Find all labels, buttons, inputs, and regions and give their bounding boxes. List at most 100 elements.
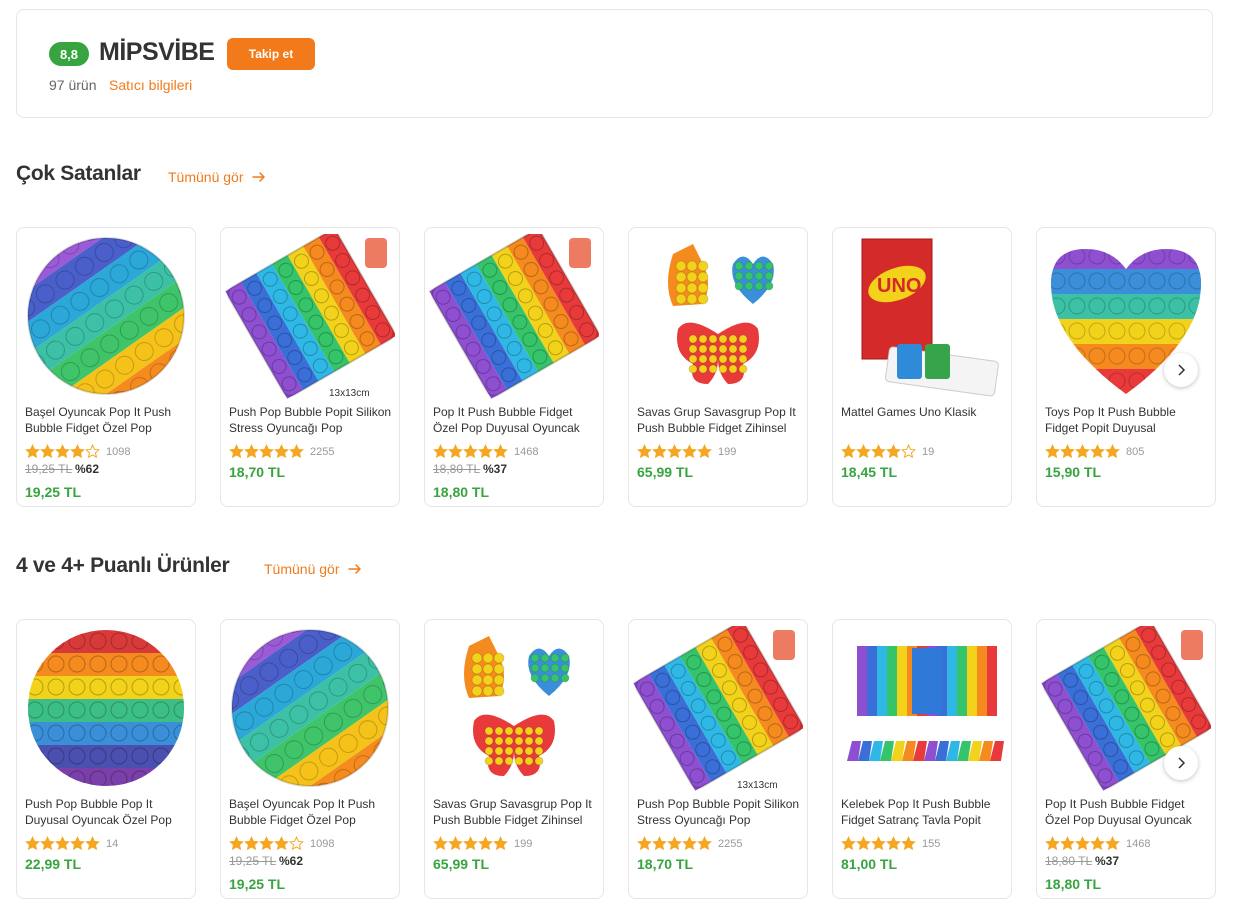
svg-text:13x13cm: 13x13cm [737, 780, 778, 791]
review-count: 1468 [1126, 837, 1151, 850]
product-image: 13x13cm [633, 626, 803, 791]
old-price: 18,80 TL [1045, 854, 1093, 868]
product-name[interactable]: Savas Grup Savasgrup Pop It Push Bubble … [637, 404, 801, 436]
product-name[interactable]: Push Pop Bubble Popit Silikon Stress Oyu… [229, 404, 393, 436]
follow-button[interactable]: Takip et [227, 38, 315, 70]
see-all-top-rated-link[interactable]: Tümünü gör [264, 561, 363, 577]
star-filled-icon [463, 836, 478, 851]
star-filled-icon [1075, 836, 1090, 851]
seller-header: 8,8 MİPSVİBE Takip et 97 ürün Satıcı bil… [16, 9, 1213, 118]
star-filled-icon [697, 836, 712, 851]
product-price: 18,80 TL [433, 484, 490, 500]
product-price: 18,70 TL [229, 464, 286, 480]
product-name[interactable]: Başel Oyuncak Pop It Push Bubble Fidget … [229, 796, 393, 828]
product-rating: 199 [433, 836, 532, 851]
product-count: 97 ürün [49, 77, 97, 93]
product-image: UNO [861, 238, 999, 397]
product-card[interactable]: 13x13cm Push Pop Bubble Popit Silikon Str… [220, 227, 400, 507]
product-name[interactable]: Pop It Push Bubble Fidget Özel Pop Duyus… [433, 404, 597, 436]
star-filled-icon [433, 836, 448, 851]
product-name[interactable]: Kelebek Pop It Push Bubble Fidget Satran… [841, 796, 1005, 828]
review-count: 1098 [310, 837, 335, 850]
star-filled-icon [637, 444, 652, 459]
star-filled-icon [85, 836, 100, 851]
star-filled-icon [274, 836, 289, 851]
star-filled-icon [55, 836, 70, 851]
svg-text:UNO: UNO [877, 275, 921, 297]
product-rating: 199 [637, 444, 736, 459]
product-card[interactable]: Savas Grup Savasgrup Pop It Push Bubble … [628, 227, 808, 507]
star-filled-icon [1090, 836, 1105, 851]
carousel-next-button[interactable] [1164, 353, 1198, 387]
product-row-best-sellers: Başel Oyuncak Pop It Push Bubble Fidget … [16, 227, 1216, 507]
review-count: 14 [106, 837, 119, 850]
star-filled-icon [856, 836, 871, 851]
review-count: 1098 [106, 445, 131, 458]
carousel-next-button[interactable] [1164, 746, 1198, 780]
product-name[interactable]: Push Pop Bubble Pop It Duyusal Oyuncak Ö… [25, 796, 189, 828]
star-filled-icon [229, 836, 244, 851]
product-image [21, 234, 191, 399]
product-price: 19,25 TL [229, 876, 286, 892]
product-card[interactable]: UNO Mattel Games Uno Klasik 19 18,45 TL [832, 227, 1012, 507]
star-filled-icon [1105, 836, 1120, 851]
star-filled-icon [463, 444, 478, 459]
star-filled-icon [886, 444, 901, 459]
seller-name[interactable]: MİPSVİBE [99, 38, 215, 67]
star-filled-icon [493, 444, 508, 459]
star-filled-icon [493, 836, 508, 851]
star-empty-icon [289, 836, 304, 851]
star-filled-icon [259, 836, 274, 851]
star-filled-icon [40, 444, 55, 459]
product-card[interactable]: 13x13cm Push Pop Bubble Popit Silikon Str… [628, 619, 808, 899]
review-count: 155 [922, 837, 941, 850]
star-filled-icon [25, 836, 40, 851]
arrow-right-icon [252, 172, 266, 182]
product-price: 15,90 TL [1045, 464, 1102, 480]
star-filled-icon [244, 444, 259, 459]
star-filled-icon [697, 444, 712, 459]
product-image [429, 234, 599, 399]
product-name[interactable]: Başel Oyuncak Pop It Push Bubble Fidget … [25, 404, 189, 436]
chevron-right-icon [1178, 757, 1186, 769]
product-name[interactable]: Mattel Games Uno Klasik [841, 404, 1005, 436]
product-row-top-rated: Push Pop Bubble Pop It Duyusal Oyuncak Ö… [16, 619, 1216, 899]
review-count: 199 [514, 837, 533, 850]
chevron-right-icon [1178, 364, 1186, 376]
star-filled-icon [652, 444, 667, 459]
star-filled-icon [637, 836, 652, 851]
product-rating: 14 [25, 836, 118, 851]
star-filled-icon [25, 444, 40, 459]
star-filled-icon [448, 836, 463, 851]
product-price: 65,99 TL [433, 856, 490, 872]
star-filled-icon [886, 836, 901, 851]
star-filled-icon [856, 444, 871, 459]
star-filled-icon [478, 444, 493, 459]
product-name[interactable]: Savas Grup Savasgrup Pop It Push Bubble … [433, 796, 597, 828]
star-filled-icon [841, 444, 856, 459]
product-card[interactable]: Başel Oyuncak Pop It Push Bubble Fidget … [220, 619, 400, 899]
product-name[interactable]: Push Pop Bubble Popit Silikon Stress Oyu… [637, 796, 801, 828]
product-rating: 155 [841, 836, 940, 851]
product-name[interactable]: Pop It Push Bubble Fidget Özel Pop Duyus… [1045, 796, 1209, 828]
see-all-best-sellers-link[interactable]: Tümünü gör [168, 169, 267, 185]
review-count: 1468 [514, 445, 539, 458]
product-card[interactable]: Savas Grup Savasgrup Pop It Push Bubble … [424, 619, 604, 899]
star-filled-icon [55, 444, 70, 459]
product-image [225, 626, 395, 791]
product-card[interactable]: Başel Oyuncak Pop It Push Bubble Fidget … [16, 227, 196, 507]
review-count: 2255 [310, 445, 335, 458]
product-price: 65,99 TL [637, 464, 694, 480]
star-filled-icon [244, 836, 259, 851]
product-name[interactable]: Toys Pop It Push Bubble Fidget Popit Duy… [1045, 404, 1209, 436]
review-count: 199 [718, 445, 737, 458]
seller-info-link[interactable]: Satıcı bilgileri [109, 77, 192, 93]
product-card[interactable]: Push Pop Bubble Pop It Duyusal Oyuncak Ö… [16, 619, 196, 899]
star-filled-icon [40, 836, 55, 851]
star-filled-icon [841, 836, 856, 851]
product-image [28, 630, 184, 786]
product-card[interactable]: Kelebek Pop It Push Bubble Fidget Satran… [832, 619, 1012, 899]
arrow-right-icon [348, 564, 362, 574]
product-card[interactable]: Pop It Push Bubble Fidget Özel Pop Duyus… [424, 227, 604, 507]
star-empty-icon [85, 444, 100, 459]
